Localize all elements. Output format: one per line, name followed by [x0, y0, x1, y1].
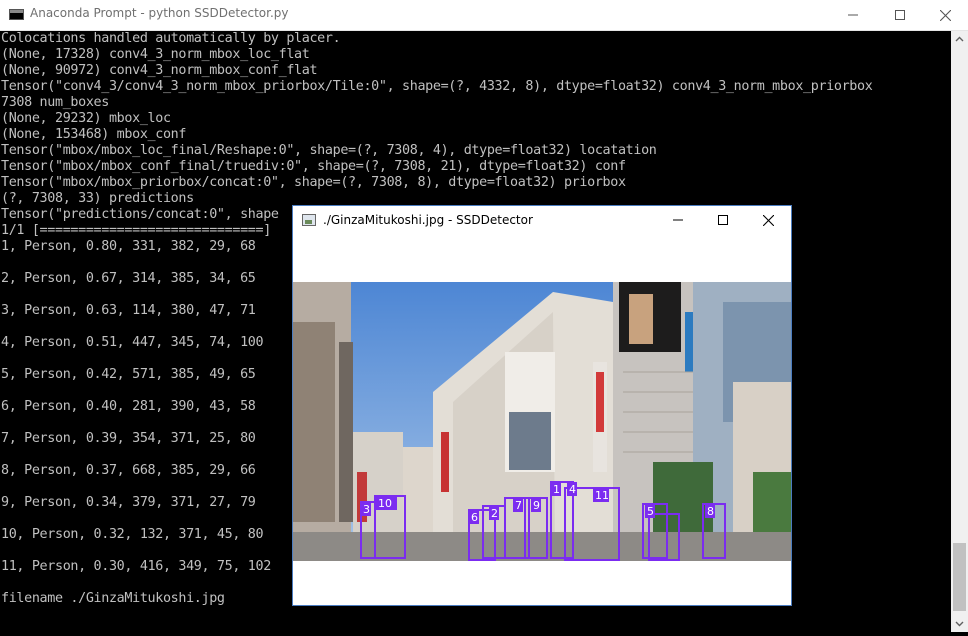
- detection-label: 5: [647, 505, 654, 518]
- console-maximize-button[interactable]: [877, 0, 923, 30]
- detection-line: 7, Person, 0.39, 354, 371, 25, 80: [1, 431, 256, 446]
- console-line: Tensor("mbox/mbox_conf_final/truediv:0",…: [1, 159, 626, 174]
- close-icon: [939, 9, 951, 21]
- image-titlebar[interactable]: ./GinzaMitukoshi.jpg - SSDDetector: [293, 206, 791, 235]
- detection-label: 4: [569, 483, 576, 496]
- console-line: (?, 7308, 33) predictions: [1, 191, 194, 206]
- filename-line: filename ./GinzaMitukoshi.jpg: [1, 591, 225, 606]
- console-scrollbar[interactable]: [951, 31, 968, 632]
- console-app-icon: [9, 9, 24, 20]
- detection-label: 6: [471, 511, 478, 524]
- console-line: (None, 29232) mbox_loc: [1, 111, 171, 126]
- detection-label: 11: [595, 489, 609, 502]
- detection-line: 3, Person, 0.63, 114, 380, 47, 71: [1, 303, 256, 318]
- console-line: 1/1 [=============================]: [1, 223, 271, 238]
- console-close-button[interactable]: [922, 0, 968, 30]
- scroll-up-button[interactable]: [951, 31, 968, 48]
- detection-line: 4, Person, 0.51, 447, 345, 74, 100: [1, 335, 264, 350]
- minimize-icon: [673, 219, 683, 221]
- minimize-icon: [848, 14, 858, 16]
- detection-line: 10, Person, 0.32, 132, 371, 45, 80: [1, 527, 264, 542]
- maximize-icon: [895, 10, 905, 20]
- scroll-down-button[interactable]: [951, 615, 968, 632]
- detection-label: 10: [378, 497, 392, 510]
- image-close-button[interactable]: [745, 206, 791, 234]
- console-line: 7308 num_boxes: [1, 95, 109, 110]
- detection-line: 9, Person, 0.34, 379, 371, 27, 79: [1, 495, 256, 510]
- scroll-thumb[interactable]: [953, 543, 966, 611]
- street: [293, 532, 791, 561]
- detection-line: 11, Person, 0.30, 416, 349, 75, 102: [1, 559, 271, 574]
- close-icon: [762, 214, 774, 226]
- image-app-icon: [302, 214, 316, 226]
- detection-label: 1: [553, 483, 560, 496]
- detection-image: 10 3 6 2 7 9 1 4 5 8 11: [293, 282, 791, 561]
- console-line: (None, 153468) mbox_conf: [1, 127, 187, 142]
- image-minimize-button[interactable]: [655, 206, 701, 234]
- console-titlebar[interactable]: Anaconda Prompt - python SSDDetector.py: [0, 0, 968, 31]
- detection-line: 5, Person, 0.42, 571, 385, 49, 65: [1, 367, 256, 382]
- detection-line: 1, Person, 0.80, 331, 382, 29, 68: [1, 239, 256, 254]
- detection-line: 6, Person, 0.40, 281, 390, 43, 58: [1, 399, 256, 414]
- detection-label: 8: [707, 505, 714, 518]
- image-maximize-button[interactable]: [700, 206, 746, 234]
- console-minimize-button[interactable]: [830, 0, 876, 30]
- image-window: ./GinzaMitukoshi.jpg - SSDDetector 10 3 …: [292, 205, 792, 606]
- console-line: Tensor("mbox/mbox_loc_final/Reshape:0", …: [1, 143, 657, 158]
- console-line: (None, 90972) conv4_3_norm_mbox_conf_fla…: [1, 63, 318, 78]
- detection-label: 9: [533, 499, 540, 512]
- detection-line: 8, Person, 0.37, 668, 385, 29, 66: [1, 463, 256, 478]
- maximize-icon: [718, 215, 728, 225]
- detection-label: 3: [363, 503, 370, 516]
- detection-line: 2, Person, 0.67, 314, 385, 34, 65: [1, 271, 256, 286]
- console-line: Tensor("predictions/concat:0", shape: [1, 207, 279, 222]
- console-line: Tensor("mbox/mbox_priorbox/concat:0", sh…: [1, 175, 626, 190]
- console-line: Tensor("conv4_3/conv4_3_norm_mbox_priorb…: [1, 79, 873, 94]
- image-window-title: ./GinzaMitukoshi.jpg - SSDDetector: [323, 213, 533, 227]
- detection-label: 7: [515, 499, 522, 512]
- scroll-up-icon: [955, 36, 964, 42]
- scroll-down-icon: [955, 621, 964, 627]
- console-line: (None, 17328) conv4_3_norm_mbox_loc_flat: [1, 47, 310, 62]
- detection-label: 2: [491, 507, 498, 520]
- console-line: Colocations handled automatically by pla…: [1, 31, 341, 46]
- console-title: Anaconda Prompt - python SSDDetector.py: [30, 6, 289, 20]
